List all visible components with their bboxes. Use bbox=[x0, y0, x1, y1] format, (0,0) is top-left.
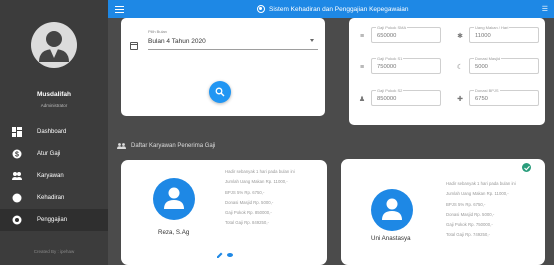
person-icon bbox=[153, 178, 195, 220]
month-select[interactable]: Pilih Bulan Bulan 4 Tahun 2020 bbox=[148, 29, 318, 50]
payroll-icon bbox=[12, 215, 22, 225]
chevron-down-icon bbox=[310, 39, 314, 42]
info-line: Total Gaji Rp. 749250,- bbox=[446, 232, 490, 238]
field-label: Donasi Masjid bbox=[474, 56, 502, 61]
info-line: Jumlah Uang Makan Rp. 11000,- bbox=[446, 191, 509, 197]
food-icon: ✱ bbox=[457, 33, 463, 40]
search-button[interactable] bbox=[209, 81, 231, 103]
employee-name: Uni Anastasya bbox=[371, 235, 411, 242]
field-value: 750000 bbox=[377, 64, 397, 70]
info-line: Total Gaji Rp. 849250,- bbox=[225, 220, 269, 226]
field-value: 5000 bbox=[475, 64, 488, 70]
calendar-icon bbox=[130, 42, 138, 50]
field-label: Gaji Pokok SMA bbox=[376, 25, 408, 30]
top-app-bar: Sistem Kehadiran dan Penggajian Kepegawa… bbox=[108, 0, 554, 18]
app-title-text: Sistem Kehadiran dan Penggajian Kepegawa… bbox=[269, 5, 409, 13]
salary-settings-card: ≡ Gaji Pokok SMA 650000 ✱ Uang Makan / H… bbox=[349, 18, 545, 125]
sidebar-menu: Dashboard $ Atur Gaji Karyawan Kehadiran… bbox=[0, 121, 108, 231]
sidebar-item-karyawan[interactable]: Karyawan bbox=[0, 165, 108, 187]
edit-icon[interactable] bbox=[217, 252, 223, 258]
field-label: Donasi BPJS bbox=[474, 88, 500, 93]
user-role: Administrator bbox=[40, 103, 68, 108]
employee-salary-info: Hadir sebanyak 1 hari pada bulan ini Jum… bbox=[225, 167, 295, 229]
sidebar: Musdalifah Administrator Dashboard $ Atu… bbox=[0, 0, 108, 265]
info-line: BPJS 5% Rp. 6750,- bbox=[446, 201, 486, 207]
donasi-bpjs-field[interactable]: Donasi BPJS 6750 bbox=[469, 88, 539, 106]
field-label: Gaji Pokok S1 bbox=[376, 56, 404, 61]
gear-icon bbox=[257, 5, 265, 13]
sidebar-item-label: Dashboard bbox=[37, 129, 67, 135]
employee-card[interactable]: Uni Anastasya Hadir sebanyak 1 hari pada… bbox=[341, 159, 545, 265]
check-icon bbox=[522, 163, 531, 172]
profile-section: Musdalifah Administrator bbox=[0, 0, 108, 118]
employee-name: Reza, S.Ag bbox=[158, 229, 190, 236]
field-value: 650000 bbox=[377, 33, 397, 39]
people-icon bbox=[117, 143, 126, 149]
salary-icon: ≡ bbox=[359, 33, 365, 40]
person-icon: ♟ bbox=[358, 96, 366, 103]
user-avatar-icon bbox=[31, 22, 77, 68]
attendance-icon bbox=[12, 193, 22, 203]
uang-makan-field[interactable]: Uang Makan / Hari 11000 bbox=[469, 25, 539, 43]
section-title: Daftar Karyawan Penerima Gaji bbox=[117, 143, 215, 149]
field-label: Gaji Pokok S2 bbox=[376, 88, 404, 93]
info-line: Gaji Pokok Rp. 850000,- bbox=[225, 210, 272, 216]
info-line: Donasi Masjid Rp. 5000,- bbox=[446, 211, 495, 217]
sidebar-item-label: Penggajian bbox=[37, 217, 68, 223]
month-select-label: Pilih Bulan bbox=[148, 29, 167, 34]
moon-icon: ☾ bbox=[456, 64, 464, 71]
gaji-pokok-sma-field[interactable]: Gaji Pokok SMA 650000 bbox=[371, 25, 441, 43]
info-line: Jumlah Uang Makan Rp. 11000,- bbox=[225, 179, 288, 185]
person-icon bbox=[371, 189, 413, 231]
month-select-value: Bulan 4 Tahun 2020 bbox=[148, 38, 206, 45]
gaji-pokok-s1-field[interactable]: Gaji Pokok S1 750000 bbox=[371, 56, 441, 74]
info-line: Hadir sebanyak 1 hari pada bulan ini bbox=[446, 181, 516, 186]
sidebar-item-label: Kehadiran bbox=[37, 195, 65, 201]
info-line: Gaji Pokok Rp. 750000,- bbox=[446, 222, 493, 228]
sidebar-item-label: Atur Gaji bbox=[37, 151, 61, 157]
eye-icon[interactable] bbox=[227, 252, 233, 258]
money-icon: $ bbox=[12, 149, 22, 159]
sidebar-item-label: Karyawan bbox=[37, 173, 64, 179]
app-title: Sistem Kehadiran dan Penggajian Kepegawa… bbox=[257, 5, 409, 13]
people-icon bbox=[12, 171, 22, 181]
field-label: Uang Makan / Hari bbox=[474, 25, 510, 30]
month-filter-card: Pilih Bulan Bulan 4 Tahun 2020 bbox=[121, 18, 325, 116]
field-value: 6750 bbox=[475, 96, 488, 102]
sidebar-item-dashboard[interactable]: Dashboard bbox=[0, 121, 108, 143]
svg-text:$: $ bbox=[15, 152, 19, 159]
info-line: BPJS 5% Rp. 6750,- bbox=[225, 189, 265, 195]
info-line: Hadir sebanyak 1 hari pada bulan ini bbox=[225, 169, 295, 174]
employee-salary-info: Hadir sebanyak 1 hari pada bulan ini Jum… bbox=[446, 179, 516, 241]
field-value: 11000 bbox=[475, 33, 491, 39]
field-value: 850000 bbox=[377, 96, 397, 102]
sidebar-item-atur-gaji[interactable]: $ Atur Gaji bbox=[0, 143, 108, 165]
info-line: Donasi Masjid Rp. 5000,- bbox=[225, 199, 274, 205]
salary-icon: ≡ bbox=[359, 64, 365, 71]
donasi-masjid-field[interactable]: Donasi Masjid 5000 bbox=[469, 56, 539, 74]
sidebar-item-kehadiran[interactable]: Kehadiran bbox=[0, 187, 108, 209]
menu-icon[interactable] bbox=[115, 6, 124, 14]
medical-icon: ✚ bbox=[457, 96, 463, 103]
more-icon[interactable]: ☰ bbox=[542, 5, 548, 13]
gaji-pokok-s2-field[interactable]: Gaji Pokok S2 850000 bbox=[371, 88, 441, 106]
sidebar-footer: Created By : ipehaw bbox=[33, 249, 75, 254]
search-icon bbox=[215, 87, 225, 97]
dashboard-icon bbox=[12, 127, 22, 137]
user-name: Musdalifah bbox=[37, 91, 71, 98]
sidebar-item-penggajian[interactable]: Penggajian bbox=[0, 209, 108, 231]
employee-card[interactable]: Reza, S.Ag Hadir sebanyak 1 hari pada bu… bbox=[121, 160, 327, 265]
section-title-text: Daftar Karyawan Penerima Gaji bbox=[131, 143, 216, 149]
